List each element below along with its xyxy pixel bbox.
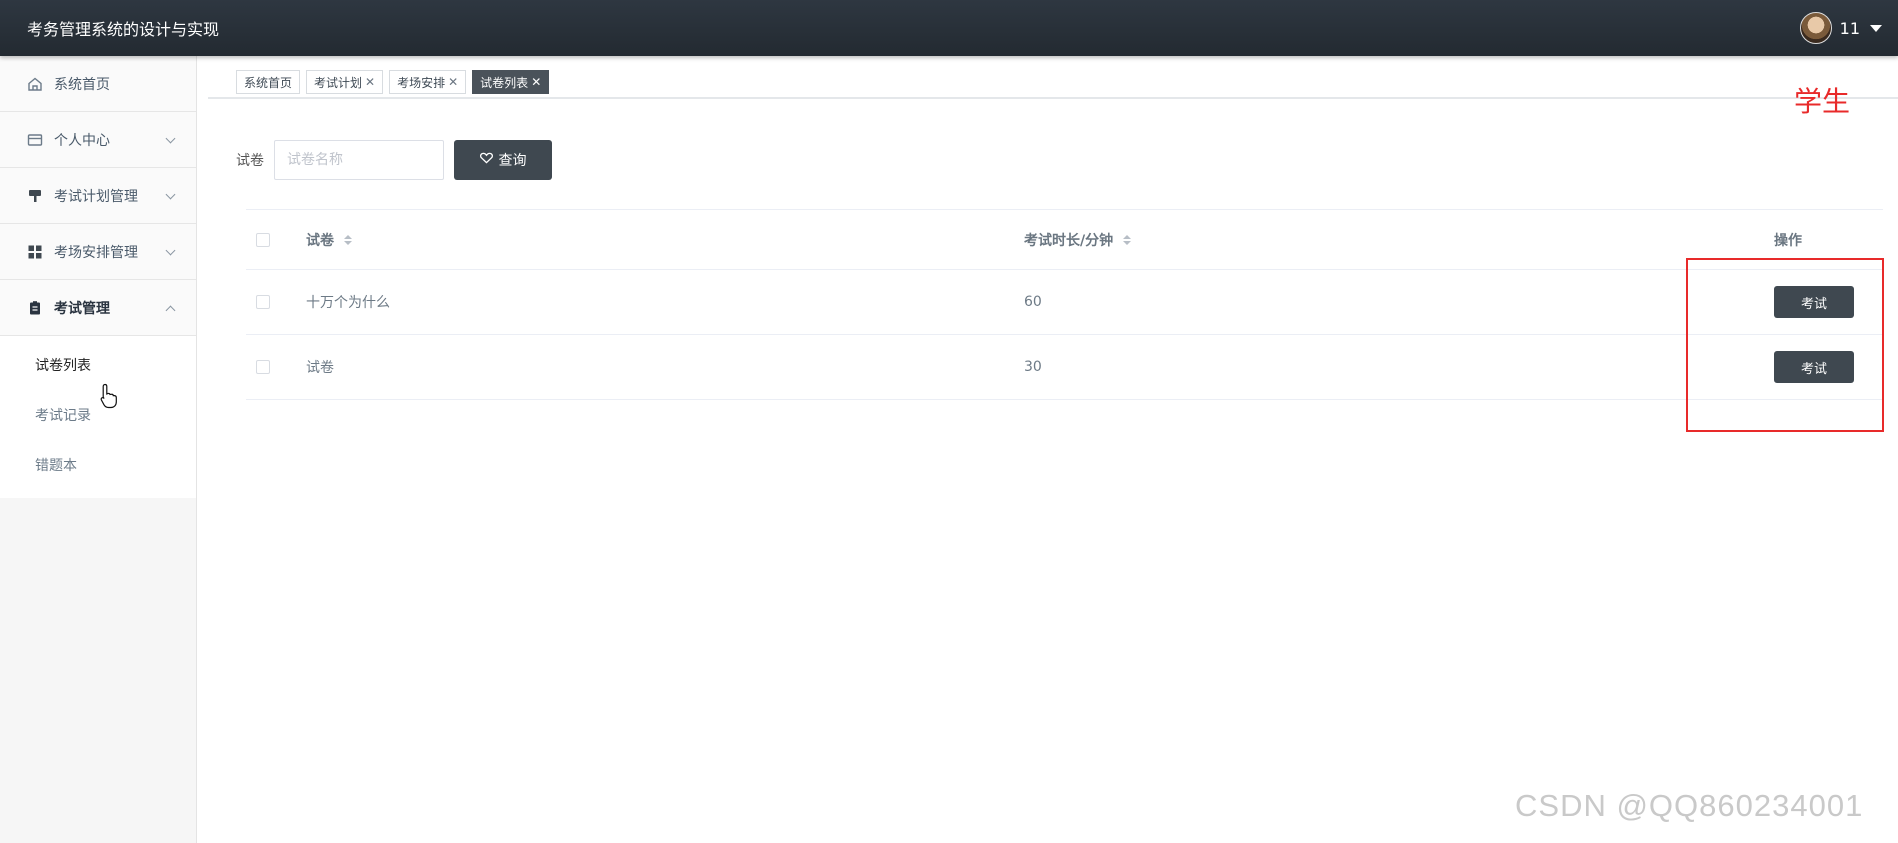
tab-label: 系统首页 <box>244 75 293 90</box>
app-title: 考务管理系统的设计与实现 <box>27 20 220 39</box>
table-row: 十万个为什么 60 考试 <box>246 270 1883 335</box>
sidebar-item-label: 个人中心 <box>54 132 110 149</box>
sidebar-item-exam-plan[interactable]: 考试计划管理 <box>0 168 196 224</box>
sidebar-item-venue[interactable]: 考场安排管理 <box>0 224 196 280</box>
chevron-down-icon <box>165 133 176 144</box>
sidebar-item-label: 考试管理 <box>54 300 110 317</box>
table-header: 试卷 考试时长/分钟 操作 <box>246 210 1883 270</box>
role-annotation: 学生 <box>1794 85 1851 118</box>
table-row: 试卷 30 考试 <box>246 335 1883 400</box>
sidebar-item-home[interactable]: 系统首页 <box>0 56 196 112</box>
sidebar-item-label: 考场安排管理 <box>54 244 138 261</box>
chevron-up-icon <box>165 305 176 316</box>
user-menu[interactable]: 11 <box>1799 12 1882 44</box>
tab-paper-list[interactable]: 试卷列表 ✕ <box>472 70 550 94</box>
close-icon[interactable]: ✕ <box>365 75 375 89</box>
close-icon[interactable]: ✕ <box>448 75 458 89</box>
sort-icon[interactable] <box>344 234 352 245</box>
row-checkbox[interactable] <box>256 360 270 374</box>
row-checkbox[interactable] <box>256 295 270 309</box>
sidebar-item-exam-management[interactable]: 考试管理 <box>0 280 196 336</box>
close-icon[interactable]: ✕ <box>531 75 541 89</box>
top-header: 考务管理系统的设计与实现 11 <box>0 0 1898 56</box>
column-label: 试卷 <box>306 232 334 249</box>
duration-cell: 30 <box>1024 359 1042 375</box>
hand-cursor-icon <box>100 383 118 413</box>
exam-submenu: 试卷列表 考试记录 错题本 <box>0 336 196 498</box>
query-button[interactable]: 查询 <box>454 140 552 180</box>
sidebar-subitem-exam-records[interactable]: 考试记录 <box>0 390 196 440</box>
row-check-cell <box>246 295 306 309</box>
column-label: 考试时长/分钟 <box>1024 232 1114 249</box>
search-label: 试卷 <box>236 153 264 169</box>
annotation-highlight-box <box>1686 258 1884 432</box>
username[interactable]: 11 <box>1840 19 1860 38</box>
tab-label: 考试计划 <box>314 75 363 90</box>
paper-name-input[interactable] <box>274 140 444 180</box>
tab-home[interactable]: 系统首页 <box>236 70 301 94</box>
sidebar-item-label: 考试计划管理 <box>54 188 138 205</box>
paper-name-cell: 试卷 <box>306 360 334 376</box>
card-icon <box>26 131 44 149</box>
paper-table: 试卷 考试时长/分钟 操作 十万个为什么 60 考试 试卷 30 考试 <box>246 209 1883 400</box>
sidebar-subitem-wrong-questions[interactable]: 错题本 <box>0 440 196 490</box>
tab-bar: 系统首页 考试计划 ✕ 考场安排 ✕ 试卷列表 ✕ <box>236 70 550 94</box>
tab-label: 试卷列表 <box>480 75 529 90</box>
caret-down-icon[interactable] <box>1870 24 1882 32</box>
column-paper[interactable]: 试卷 <box>306 230 1024 250</box>
paint-brush-icon <box>26 187 44 205</box>
sidebar-subitem-paper-list[interactable]: 试卷列表 <box>0 340 196 390</box>
chevron-down-icon <box>165 245 176 256</box>
query-button-label: 查询 <box>498 153 527 169</box>
sidebar: 系统首页 个人中心 考试计划管理 考场安排管理 考试管理 试卷列表 考试记录 错… <box>0 56 197 843</box>
tab-label: 考场安排 <box>397 75 446 90</box>
select-all-checkbox[interactable] <box>256 232 270 247</box>
watermark: CSDN @QQ860234001 <box>1515 788 1864 823</box>
column-actions: 操作 <box>1744 230 1883 250</box>
tab-venue[interactable]: 考场安排 ✕ <box>389 70 467 94</box>
clipboard-icon <box>26 299 44 317</box>
heart-icon <box>479 152 493 168</box>
sidebar-item-label: 系统首页 <box>54 76 110 93</box>
row-check-cell <box>246 360 306 374</box>
tab-bar-divider <box>208 97 1898 99</box>
avatar[interactable] <box>1799 12 1832 44</box>
column-duration[interactable]: 考试时长/分钟 <box>1024 230 1744 250</box>
sidebar-menu: 系统首页 个人中心 考试计划管理 考场安排管理 考试管理 <box>0 56 196 336</box>
sort-icon[interactable] <box>1123 234 1132 245</box>
paper-name-cell: 十万个为什么 <box>306 295 390 311</box>
tab-exam-plan[interactable]: 考试计划 ✕ <box>306 70 384 94</box>
search-bar: 试卷 查询 <box>236 140 552 180</box>
grid-icon <box>26 243 44 261</box>
column-label: 操作 <box>1774 232 1802 249</box>
chevron-down-icon <box>165 189 176 200</box>
sidebar-item-profile[interactable]: 个人中心 <box>0 112 196 168</box>
home-icon <box>26 75 44 93</box>
select-all-cell <box>246 232 306 247</box>
duration-cell: 60 <box>1024 294 1042 310</box>
